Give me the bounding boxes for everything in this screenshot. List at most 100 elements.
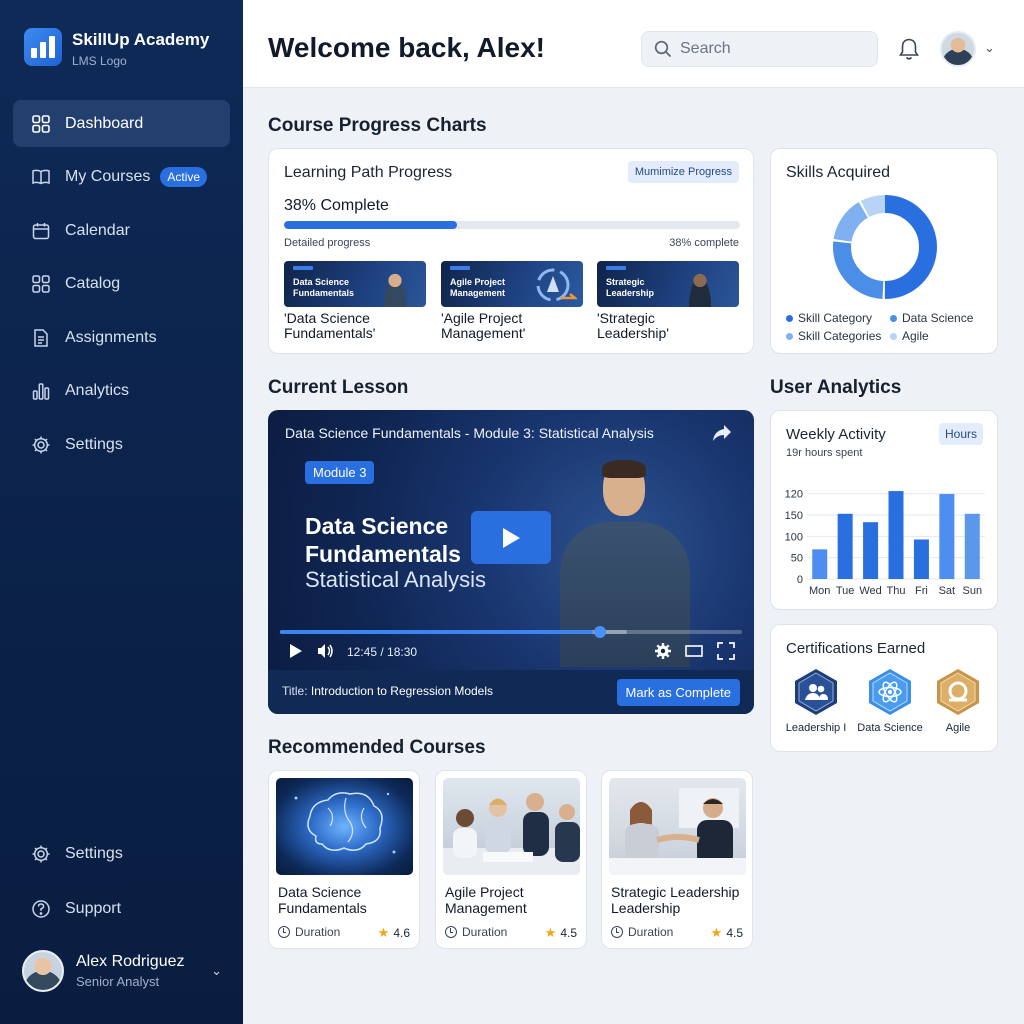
star-icon: ★ — [377, 925, 390, 940]
course-title: Strategic Leadership Leadership — [611, 884, 740, 916]
progress-fill — [284, 221, 458, 229]
share-icon[interactable] — [712, 424, 732, 442]
brand[interactable]: SkillUp Academy LMS Logo — [24, 28, 209, 68]
video-heading: Data Science Fundamentals — [305, 512, 461, 568]
play-icon[interactable] — [287, 642, 305, 660]
x-tick-label: Tue — [836, 585, 855, 597]
video-footer: Title: Introduction to Regression Models… — [268, 670, 754, 714]
video-time: 12:45 / 18:30 — [347, 645, 418, 659]
hours-toggle-button[interactable]: Hours — [938, 423, 983, 445]
sidebar-item-settings-bottom[interactable]: Settings — [13, 830, 230, 877]
video-progress-bar[interactable] — [280, 626, 742, 638]
bar-mon — [812, 549, 828, 579]
user-profile[interactable]: Alex Rodriguez Senior Analyst ⌄ — [22, 950, 222, 992]
weekly-activity-card: Weekly Activity 19r hours spent Hours 0 5… — [770, 410, 998, 610]
course-duration: Duration — [278, 925, 340, 939]
course-caption: 'Agile Project Management' — [441, 310, 526, 341]
course-thumbnail[interactable]: Data Science Fundamentals — [284, 261, 426, 307]
presenter-image — [687, 273, 713, 307]
course-card[interactable]: Data Science Fundamentals Duration ★ 4.6 — [268, 770, 420, 949]
card-title: Weekly Activity — [786, 426, 886, 443]
course-duration: Duration — [611, 925, 673, 939]
presenter-image — [382, 273, 408, 307]
y-tick-label: 120 — [785, 489, 803, 501]
bar-fri — [913, 539, 929, 579]
play-icon — [503, 527, 520, 548]
module-tag: Module 3 — [305, 461, 375, 484]
search-icon — [654, 40, 672, 58]
course-caption: 'Strategic Leadership' — [597, 310, 669, 341]
clock-icon — [278, 926, 290, 938]
skills-legend: Skill Category Data Science Skill Catego… — [786, 311, 986, 343]
weekly-activity-chart: 0 50 100 150 120 Mon Tue Wed Thu Fri Sat Sun — [785, 489, 985, 597]
video-title: Data Science Fundamentals - Module 3: St… — [285, 425, 654, 441]
minimize-progress-button[interactable]: Mumimize Progress — [627, 161, 739, 183]
avatar — [22, 950, 64, 992]
chevron-down-icon[interactable]: ⌄ — [984, 40, 995, 56]
theater-mode-icon[interactable] — [685, 642, 703, 660]
sidebar-nav: Dashboard My Courses Active Calendar Cat… — [13, 100, 230, 475]
gear-icon — [31, 435, 51, 455]
thumbnail-title: Strategic Leadership — [606, 277, 655, 298]
video-player[interactable]: Data Science Fundamentals - Module 3: St… — [268, 410, 754, 714]
progress-percent: 38% Complete — [284, 197, 389, 214]
user-role: Senior Analyst — [76, 974, 160, 989]
gear-icon[interactable] — [654, 642, 672, 660]
play-button[interactable] — [471, 511, 551, 564]
sidebar-item-support[interactable]: Support — [13, 885, 230, 932]
course-thumbnail[interactable]: Strategic Leadership — [597, 261, 739, 307]
course-card[interactable]: Agile Project Management Duration ★ 4.5 — [435, 770, 587, 949]
video-heading-line: Fundamentals — [305, 541, 461, 567]
volume-icon[interactable] — [316, 642, 334, 660]
page-title: Welcome back, Alex! — [268, 32, 546, 63]
sidebar-item-assignments[interactable]: Assignments — [13, 314, 230, 361]
progress-detail-value: 38% complete — [669, 237, 739, 249]
thumbnail-tag — [293, 266, 313, 270]
legend-item: Agile — [890, 329, 990, 343]
bell-icon[interactable] — [898, 37, 920, 61]
help-icon — [31, 899, 51, 919]
people-image — [443, 793, 580, 875]
video-heading-line: Data Science — [305, 513, 449, 539]
sidebar-item-label: Support — [65, 899, 122, 917]
x-tick-label: Sat — [939, 585, 956, 597]
mark-complete-button[interactable]: Mark as Complete — [616, 679, 740, 706]
played-fill — [280, 630, 594, 634]
sidebar-item-calendar[interactable]: Calendar — [13, 207, 230, 254]
course-caption: 'Data Science Fundamentals' — [284, 310, 376, 341]
grid-icon — [31, 114, 51, 134]
book-icon — [31, 167, 51, 187]
sidebar-item-dashboard[interactable]: Dashboard — [13, 100, 230, 147]
y-tick-label: 50 — [791, 553, 803, 565]
x-tick-label: Wed — [859, 585, 881, 597]
sidebar-item-label: Catalog — [65, 275, 121, 293]
sidebar-item-catalog[interactable]: Catalog — [13, 261, 230, 308]
header-avatar[interactable] — [940, 31, 976, 67]
sidebar-item-my-courses[interactable]: My Courses Active — [13, 154, 230, 201]
header: Welcome back, Alex! ⌄ — [243, 0, 1024, 88]
search-box[interactable] — [641, 31, 878, 67]
sidebar-item-settings[interactable]: Settings — [13, 422, 230, 469]
course-card[interactable]: Strategic Leadership Leadership Duration … — [601, 770, 753, 949]
chevron-down-icon[interactable]: ⌄ — [211, 963, 222, 979]
fullscreen-icon[interactable] — [717, 642, 735, 660]
x-tick-label: Thu — [887, 585, 906, 597]
course-rating: ★ 4.5 — [710, 925, 743, 940]
star-icon: ★ — [710, 925, 723, 940]
agile-icon[interactable] — [935, 668, 981, 716]
x-tick-label: Sun — [962, 585, 982, 597]
course-rating: ★ 4.5 — [544, 925, 577, 940]
search-input[interactable] — [680, 40, 860, 58]
team-icon[interactable] — [793, 668, 839, 716]
progress-bar — [284, 221, 740, 229]
scrubber-handle[interactable] — [594, 626, 606, 638]
star-icon: ★ — [544, 925, 557, 940]
sidebar-item-analytics[interactable]: Analytics — [13, 368, 230, 415]
legend-item: Skill Categories — [786, 329, 890, 343]
meeting-image — [443, 778, 580, 875]
course-thumbnail[interactable]: Agile Project Management — [441, 261, 583, 307]
grid-icon — [31, 274, 51, 294]
atom-icon[interactable] — [867, 668, 913, 716]
x-tick-label: Fri — [915, 585, 928, 597]
bar-thu — [888, 491, 904, 579]
